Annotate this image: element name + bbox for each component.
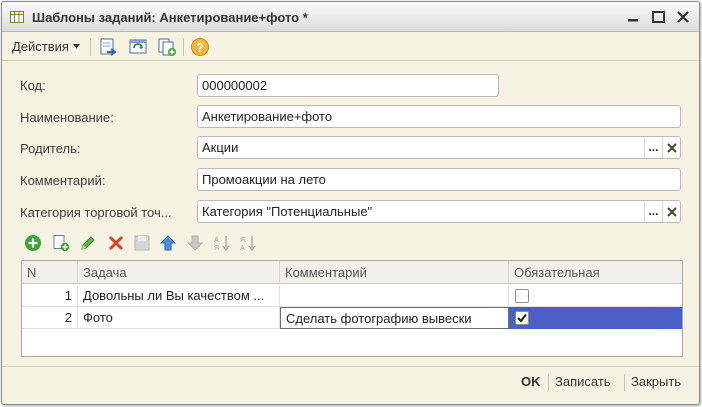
parent-value: Акции [202, 140, 239, 155]
dialog-window: Шаблоны заданий: Анкетирование+фото * Де… [1, 1, 700, 405]
maximize-icon [651, 11, 665, 23]
svg-text:A: A [240, 245, 245, 252]
tasks-table[interactable]: N Задача Комментарий Обязательная 1 Дово… [21, 260, 683, 357]
column-header-task[interactable]: Задача [78, 261, 280, 284]
comment-label: Комментарий: [20, 173, 106, 188]
close-window-button[interactable] [673, 8, 693, 26]
checkmark-icon [517, 313, 527, 323]
svg-text:Я: Я [240, 237, 245, 244]
sort-ascending-icon: A Я [214, 236, 230, 252]
parent-label: Родитель: [20, 141, 81, 156]
toolbar-separator [183, 38, 184, 56]
name-label: Наименование: [20, 110, 114, 125]
row-comment[interactable]: Сделать фотографию вывески [280, 307, 509, 329]
svg-text:Я: Я [214, 245, 219, 252]
row-task[interactable]: Фото [78, 307, 280, 329]
document-arrow-icon[interactable] [98, 37, 118, 57]
table-row[interactable]: 1 Довольны ли Вы качеством ... [22, 285, 682, 307]
code-label: Код: [20, 78, 46, 93]
column-header-n[interactable]: N [22, 261, 78, 284]
edit-pencil-icon[interactable] [79, 234, 97, 252]
toolbar: Действия ? [2, 33, 699, 61]
refresh-table-icon[interactable] [128, 37, 148, 57]
svg-text:?: ? [196, 41, 203, 55]
table-header: N Задача Комментарий Обязательная [22, 261, 682, 284]
actions-menu[interactable]: Действия [12, 39, 80, 54]
row-number: 2 [22, 307, 78, 329]
dropdown-arrow-icon [72, 44, 80, 49]
close-button[interactable]: Закрыть [631, 374, 681, 389]
maximize-button[interactable] [648, 8, 668, 26]
category-value: Категория "Потенциальные" [202, 204, 373, 219]
help-icon[interactable]: ? [190, 37, 210, 57]
move-down-icon [186, 235, 204, 251]
row-task[interactable]: Довольны ли Вы качеством ... [78, 285, 280, 307]
required-checkbox[interactable] [515, 311, 529, 325]
svg-text:A: A [214, 237, 219, 244]
list-table-icon [10, 11, 24, 23]
footer-separator [624, 374, 625, 391]
table-row-selected[interactable]: 2 Фото Сделать фотографию вывески [22, 307, 682, 329]
copy-row-icon[interactable] [52, 234, 70, 252]
footer-separator [548, 374, 549, 391]
column-header-required[interactable]: Обязательная [509, 261, 682, 284]
footer-divider [2, 366, 699, 367]
minimize-button[interactable] [623, 8, 643, 26]
clear-icon [666, 142, 677, 153]
name-field[interactable]: Анкетирование+фото [197, 105, 681, 128]
category-clear-button[interactable] [662, 201, 680, 222]
required-checkbox[interactable] [515, 289, 529, 303]
parent-select-button[interactable]: ... [644, 137, 662, 158]
row-comment[interactable] [280, 285, 509, 307]
row-number: 1 [22, 285, 78, 307]
toolbar-separator [90, 38, 91, 56]
category-select-button[interactable]: ... [644, 201, 662, 222]
delete-icon[interactable] [107, 234, 125, 252]
category-label: Категория торговой точ... [20, 205, 172, 220]
parent-clear-button[interactable] [662, 137, 680, 158]
category-field[interactable]: Категория "Потенциальные" ... [197, 200, 681, 223]
comment-field[interactable]: Промоакции на лето [197, 168, 681, 191]
add-row-icon[interactable] [24, 234, 42, 252]
row-required-cell[interactable] [509, 285, 682, 307]
row-required-cell[interactable] [509, 307, 682, 329]
window-title: Шаблоны заданий: Анкетирование+фото * [32, 10, 308, 25]
ok-button[interactable]: OK [521, 374, 541, 389]
sort-descending-icon: Я A [240, 236, 256, 252]
clear-icon [666, 206, 677, 217]
end-edit-icon [134, 235, 150, 251]
title-bar: Шаблоны заданий: Анкетирование+фото * [2, 2, 699, 32]
parent-field[interactable]: Акции ... [197, 136, 681, 159]
column-header-comment[interactable]: Комментарий [280, 261, 509, 284]
copy-add-icon[interactable] [157, 37, 177, 57]
move-up-icon[interactable] [159, 234, 177, 252]
close-icon [677, 11, 689, 23]
actions-label: Действия [12, 39, 69, 54]
minimize-icon [628, 19, 638, 22]
save-button[interactable]: Записать [555, 374, 611, 389]
code-field[interactable]: 000000002 [197, 74, 499, 97]
